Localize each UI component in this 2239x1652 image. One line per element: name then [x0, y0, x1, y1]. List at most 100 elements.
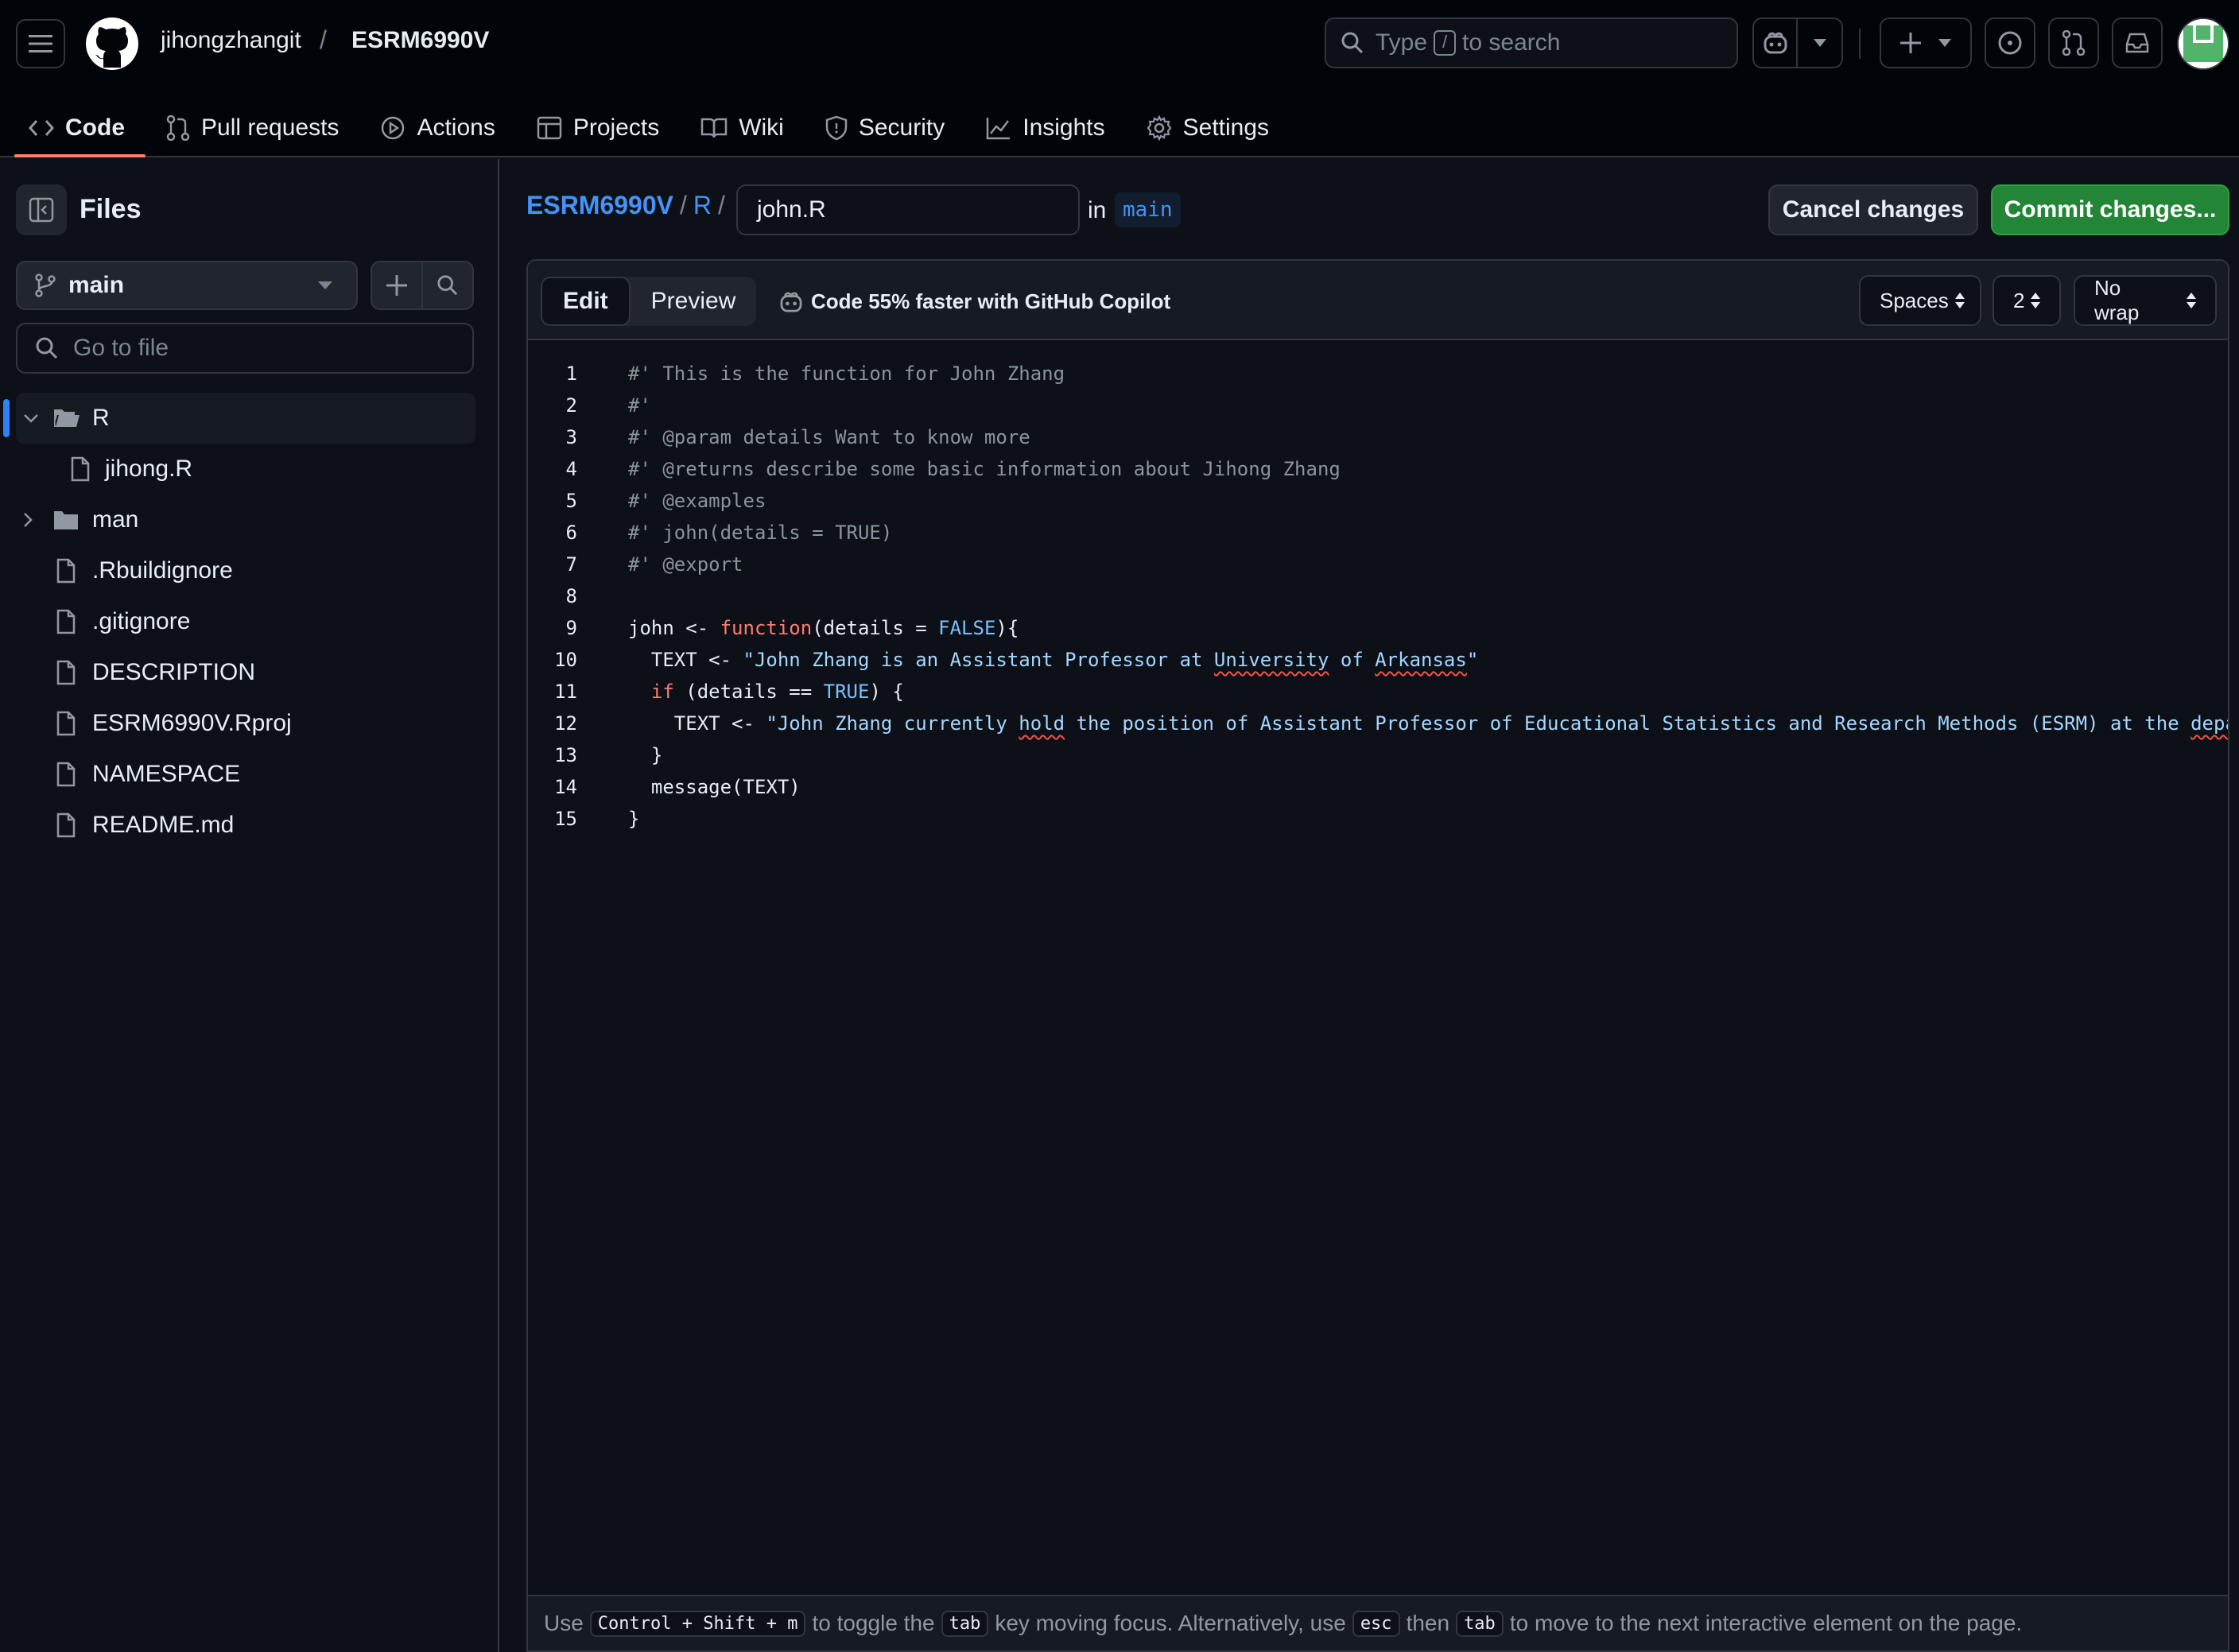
- chevron-down-icon: [1938, 39, 1951, 47]
- tab-wiki[interactable]: Wiki: [680, 99, 805, 157]
- line-content: if (details == TRUE) {: [650, 681, 904, 703]
- repo-owner-link[interactable]: jihongzhangit: [161, 27, 301, 54]
- tree-item-file-jihong-r[interactable]: jihong.R: [0, 444, 499, 494]
- code-line: 11 if (details == TRUE) {: [528, 676, 2228, 708]
- tab-preview[interactable]: Preview: [631, 277, 757, 326]
- create-new-button[interactable]: [1880, 17, 1972, 68]
- branch-select-button[interactable]: main: [16, 261, 358, 310]
- go-to-file-input[interactable]: Go to file: [16, 323, 474, 374]
- wrap-mode-select[interactable]: No wrap: [2074, 275, 2217, 326]
- code-line: 8: [528, 580, 2228, 612]
- pull-requests-button[interactable]: [2048, 17, 2099, 68]
- add-file-button[interactable]: [372, 262, 423, 308]
- line-content: #' @export: [628, 553, 743, 576]
- tab-pull-requests[interactable]: Pull requests: [146, 99, 359, 157]
- line-number: 2: [565, 394, 577, 417]
- copilot-icon: [1764, 32, 1787, 54]
- tab-edit[interactable]: Edit: [541, 277, 631, 326]
- shield-icon: [825, 115, 848, 141]
- line-number: 1: [565, 363, 577, 385]
- code-line: 15}: [528, 803, 2228, 835]
- select-arrows-icon: [2031, 293, 2040, 308]
- copilot-button[interactable]: [1752, 17, 1843, 68]
- tree-item-file-rproj[interactable]: ESRM6990V.Rproj: [0, 698, 499, 749]
- line-content: #' @examples: [628, 490, 766, 512]
- tab-actions[interactable]: Actions: [359, 99, 515, 157]
- branch-name: main: [68, 272, 125, 298]
- kbd-tab: tab: [1456, 1610, 1504, 1637]
- line-number: 4: [565, 458, 577, 480]
- chevron-down-icon: [24, 414, 38, 423]
- tree-item-label: README.md: [92, 812, 235, 838]
- tree-item-file-gitignore[interactable]: .gitignore: [0, 596, 499, 647]
- tab-projects-label: Projects: [572, 114, 660, 141]
- copilot-icon: [780, 292, 802, 312]
- table-icon: [537, 116, 562, 140]
- kbd-toggle-shortcut: Control + Shift + m: [589, 1610, 806, 1637]
- code-line: 12 TEXT <- "John Zhang currently hold th…: [528, 708, 2228, 739]
- collapse-sidebar-button[interactable]: [16, 184, 67, 235]
- search-prefix: Type: [1376, 29, 1428, 56]
- tab-security-label: Security: [858, 114, 945, 141]
- inbox-button[interactable]: [2112, 17, 2163, 68]
- menu-button[interactable]: [16, 19, 65, 68]
- code-lines[interactable]: 1 #' This is the function for John Zhang …: [528, 358, 2228, 835]
- tree-item-file-namespace[interactable]: NAMESPACE: [0, 749, 499, 800]
- line-number: 10: [554, 649, 577, 671]
- line-content: #': [628, 394, 651, 417]
- repo-name-link[interactable]: ESRM6990V: [351, 27, 489, 54]
- tab-code[interactable]: Code: [0, 99, 146, 157]
- wrap-mode-value: No wrap: [2094, 276, 2140, 324]
- header-divider: [1859, 29, 1861, 59]
- file-icon: [56, 558, 76, 584]
- tab-security[interactable]: Security: [805, 99, 965, 157]
- user-avatar[interactable]: [2177, 17, 2229, 70]
- tab-insights[interactable]: Insights: [965, 99, 1125, 157]
- global-header: jihongzhangit / ESRM6990V Type / to sear…: [0, 0, 2239, 157]
- tab-settings[interactable]: Settings: [1126, 99, 1290, 157]
- tree-item-folder-r[interactable]: R: [3, 393, 475, 444]
- git-branch-icon: [35, 273, 56, 297]
- search-files-button[interactable]: [423, 262, 472, 308]
- hint-text: then: [1406, 1611, 1450, 1635]
- indent-size-select[interactable]: 2: [1993, 275, 2061, 326]
- search-input[interactable]: Type / to search: [1325, 17, 1738, 68]
- breadcrumb-dir-link[interactable]: R: [693, 191, 712, 220]
- triangle-down-icon: [318, 281, 332, 289]
- tree-item-label: man: [92, 506, 139, 533]
- pull-request-icon: [2062, 30, 2086, 56]
- line-content: #' This is the function for John Zhang: [628, 363, 1065, 385]
- code-line: 3 #' @param details Want to know more: [528, 421, 2228, 453]
- indent-mode-select[interactable]: Spaces: [1859, 275, 1981, 326]
- play-icon: [382, 116, 405, 140]
- search-icon: [437, 275, 458, 296]
- line-number: 3: [565, 426, 577, 448]
- tree-item-file-rbuildignore[interactable]: .Rbuildignore: [0, 545, 499, 596]
- line-number: 5: [565, 490, 577, 512]
- chevron-right-icon: [24, 513, 33, 527]
- sidebar-actions: [371, 261, 474, 310]
- tree-item-folder-man[interactable]: man: [0, 494, 499, 545]
- line-content: }: [628, 808, 640, 830]
- files-heading: Files: [80, 194, 142, 224]
- commit-changes-button[interactable]: Commit changes...: [1991, 184, 2229, 235]
- copilot-promo-link[interactable]: Code 55% faster with GitHub Copilot: [779, 289, 1170, 314]
- line-number: 13: [554, 744, 577, 766]
- github-logo-icon[interactable]: [86, 17, 138, 70]
- breadcrumb-repo-link[interactable]: ESRM6990V: [526, 191, 673, 220]
- code-line: 10 TEXT <- "John Zhang is an Assistant P…: [528, 644, 2228, 676]
- folder-open-icon: [54, 409, 80, 427]
- filename-input[interactable]: john.R: [736, 184, 1080, 235]
- cancel-changes-button[interactable]: Cancel changes: [1768, 184, 1978, 235]
- tree-item-file-readme[interactable]: README.md: [0, 800, 499, 851]
- line-content: #' @returns describe some basic informat…: [628, 458, 1341, 480]
- tree-item-file-description[interactable]: DESCRIPTION: [0, 647, 499, 698]
- code-line: 6 #' john(details = TRUE): [528, 517, 2228, 549]
- code-line: 1 #' This is the function for John Zhang: [528, 358, 2228, 390]
- file-icon: [71, 456, 90, 482]
- editor-footer-hint: Use Control + Shift + m to toggle the ta…: [528, 1595, 2228, 1650]
- issues-button[interactable]: [1985, 17, 2035, 68]
- tab-actions-label: Actions: [417, 114, 495, 141]
- tree-item-label: ESRM6990V.Rproj: [92, 710, 292, 736]
- tab-projects[interactable]: Projects: [516, 99, 680, 157]
